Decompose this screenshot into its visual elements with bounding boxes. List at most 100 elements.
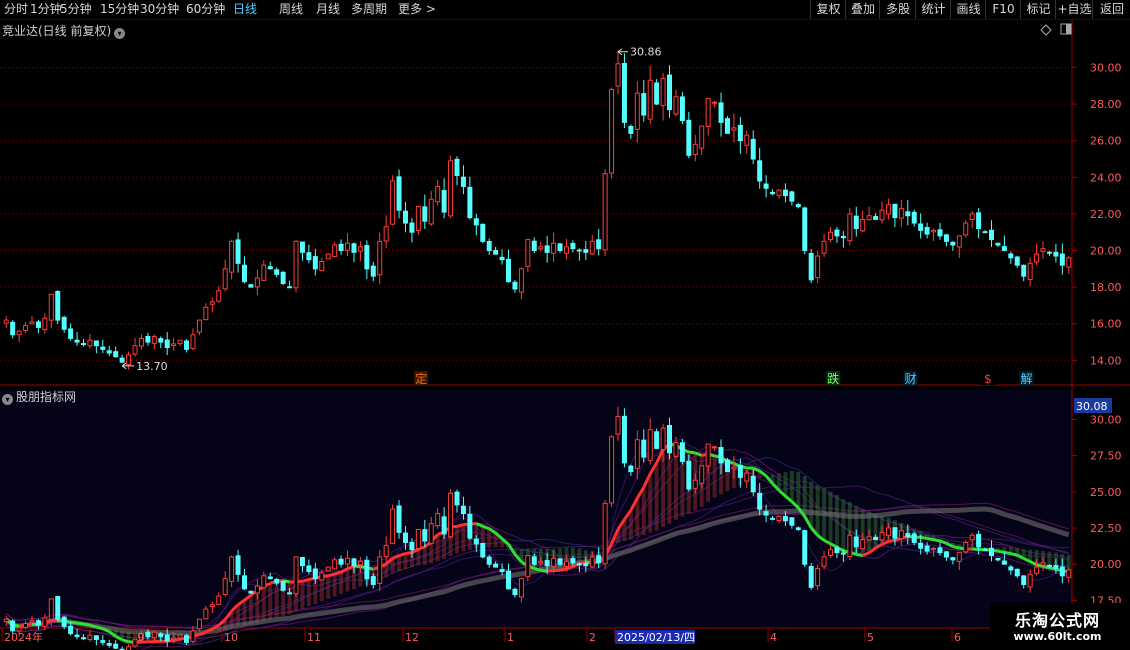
main-candle-body [164, 339, 170, 349]
main-candle-body [834, 229, 840, 237]
indicator-candle-body [570, 558, 576, 564]
indicator-candle-body [325, 566, 331, 572]
indicator-candle-body [196, 618, 202, 630]
main-candle-body [113, 351, 119, 358]
indicator-candle-body [840, 552, 846, 555]
main-candle-body [795, 204, 801, 208]
period-tab-7[interactable]: 周线 [279, 2, 303, 17]
trend-ma-segment [398, 552, 406, 558]
main-candle-body [473, 218, 479, 226]
indicator-candle-body [705, 443, 711, 467]
period-tab-0[interactable]: 分时 [4, 2, 28, 17]
indicator-candle-body [145, 631, 151, 638]
indicator-candle-body [718, 447, 724, 464]
indicator-candle-body [364, 559, 370, 580]
indicator-candle-body [293, 556, 299, 595]
period-tab-6[interactable]: 日线 [233, 2, 257, 17]
event-tag-3: $ [984, 372, 992, 386]
main-candle-body [338, 243, 344, 252]
main-candle-body [390, 180, 396, 225]
toolbar-button-4[interactable]: 画线 [950, 0, 986, 19]
indicator-candle-body [274, 578, 280, 584]
toolbar-button-7[interactable]: +自选 [1055, 0, 1093, 19]
toolbar-button-8[interactable]: 返回 [1092, 0, 1130, 19]
main-candle-body [480, 223, 486, 242]
indicator-candle-body [29, 620, 35, 623]
main-candle-body [873, 216, 879, 220]
main-candle-body [1014, 256, 1020, 266]
indicator-candle-body [828, 549, 834, 557]
watermark: 乐淘公式网 www.60lt.com [990, 603, 1125, 648]
indicator-candle-body [525, 555, 531, 578]
main-candle-body [576, 249, 582, 252]
indicator-candle-body [377, 556, 383, 584]
main-candle-body [898, 207, 904, 219]
indicator-candle-body [654, 431, 660, 449]
trend-ma-segment [952, 545, 960, 550]
indicator-candle-body [55, 596, 61, 620]
trend-ma-segment [547, 569, 554, 573]
toolbar-button-5[interactable]: F10 [985, 0, 1021, 19]
indicator-candle-body [628, 465, 634, 473]
main-candle-body [628, 125, 634, 134]
trend-ma-segment [327, 572, 336, 578]
stock-title: 竞业达(日线 前复权) [2, 24, 112, 38]
period-tab-10[interactable]: 更多 > [398, 2, 436, 17]
main-candle-body [911, 211, 917, 224]
indicator-candle-body [712, 446, 718, 449]
main-candle-body [615, 63, 621, 87]
main-candle-body [602, 173, 608, 251]
main-panel-title[interactable]: 竞业达(日线 前复权) ▾ [2, 22, 126, 39]
main-candle-body [641, 93, 647, 116]
indicator-candle-body [892, 527, 898, 539]
main-candle-body [1059, 253, 1065, 266]
main-candle-body [190, 334, 196, 349]
indicator-candle-body [692, 479, 698, 489]
main-candle-body [853, 215, 859, 230]
period-tab-8[interactable]: 月线 [316, 2, 340, 17]
period-tab-1[interactable]: 1分钟 [30, 2, 62, 17]
indicator-candle-body [23, 623, 29, 628]
main-candle-body [885, 204, 891, 215]
toolbar-button-0[interactable]: 复权 [810, 0, 846, 19]
indicator-candle-body [402, 532, 408, 543]
main-candle-body [493, 249, 499, 255]
main-candle-body [81, 343, 86, 346]
main-candle-body [531, 240, 537, 252]
indicator-candle-body [937, 547, 943, 554]
indicator-candle-body [969, 534, 975, 541]
toolbar-button-2[interactable]: 多股 [879, 0, 916, 19]
main-candle-body [460, 176, 466, 187]
indicator-candle-body [647, 429, 653, 461]
period-tab-2[interactable]: 5分钟 [60, 2, 92, 17]
main-candle-body [525, 239, 531, 267]
indicator-candle-body [873, 536, 879, 541]
indicator-candle-body [87, 634, 93, 641]
main-candle-body [35, 321, 41, 328]
indicator-candle-body [551, 557, 557, 567]
main-candle-body [609, 88, 615, 174]
toolbar-button-6[interactable]: 标记 [1020, 0, 1056, 19]
period-tab-4[interactable]: 30分钟 [140, 2, 179, 17]
chart-canvas[interactable]: 14.00 16.00 18.00 20.00 22.00 24.00 26.00 28.00… [0, 0, 1130, 650]
watermark-url: www.60lt.com [1013, 630, 1102, 643]
period-tab-9[interactable]: 多周期 [351, 2, 387, 17]
chevron-down-icon[interactable]: ▾ [2, 394, 13, 405]
indicator-candle-body [905, 533, 911, 538]
indicator-candle-body [924, 545, 930, 552]
chevron-down-icon[interactable]: ▾ [114, 28, 126, 39]
main-candle-body [937, 229, 943, 237]
period-tab-3[interactable]: 15分钟 [100, 2, 139, 17]
period-tab-5[interactable]: 60分钟 [186, 2, 225, 17]
main-candle-body [16, 330, 22, 336]
indicator-candle-body [357, 560, 363, 566]
indicator-panel-title[interactable]: ▾ 股朋指标网 [2, 388, 76, 405]
toolbar-button-1[interactable]: 叠加 [845, 0, 880, 19]
main-candle-body [48, 293, 54, 321]
indicator-candle-body [229, 556, 235, 582]
main-candle-body [177, 339, 183, 345]
toolbar-button-3[interactable]: 统计 [915, 0, 951, 19]
main-candle-body [808, 252, 814, 281]
event-tag-2: 财 [905, 372, 917, 386]
main-candle-body [377, 240, 383, 276]
